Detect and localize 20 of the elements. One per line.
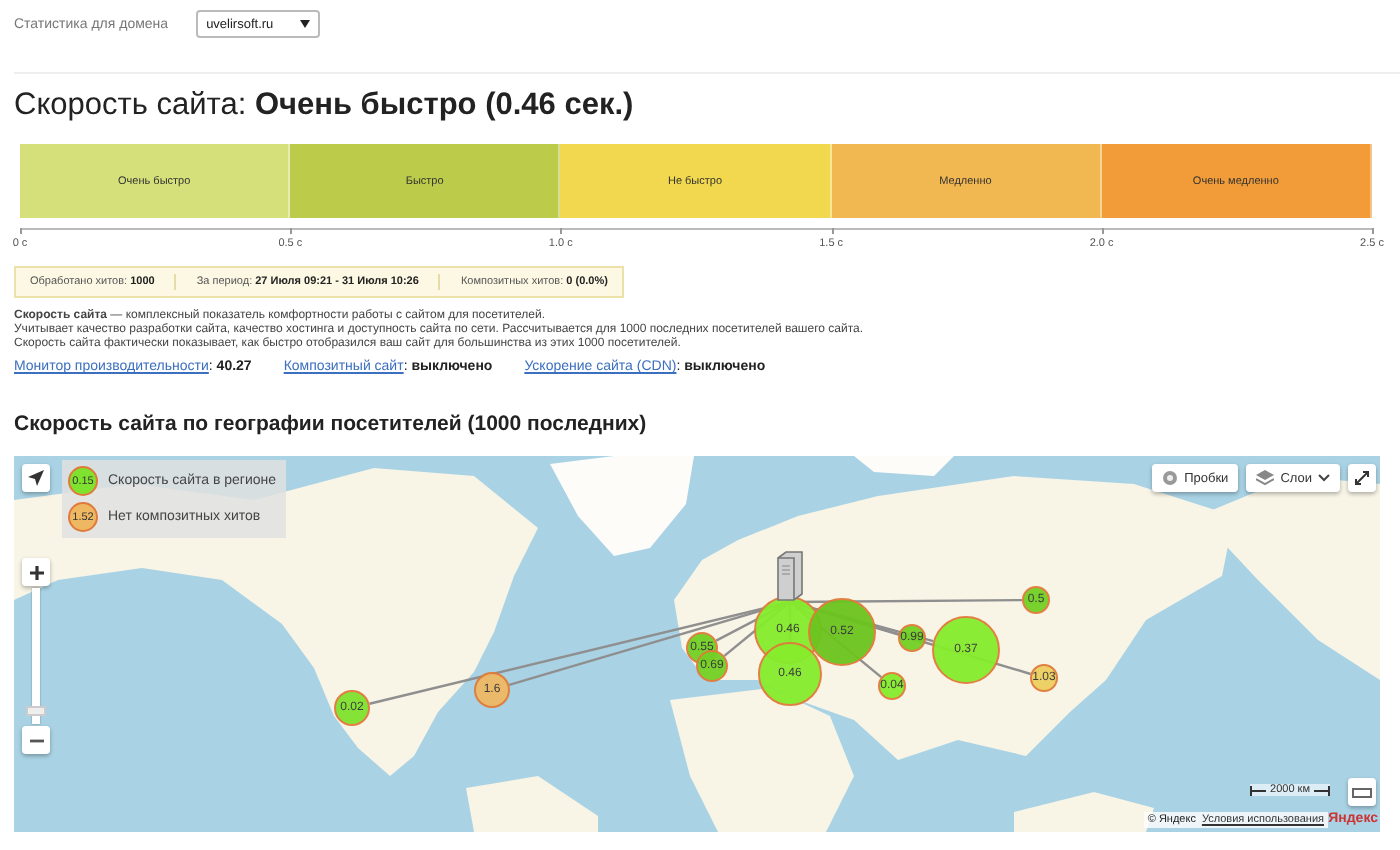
traffic-icon <box>1162 470 1179 486</box>
ruler-icon <box>1352 787 1372 797</box>
speed-title: Скорость сайта: Очень быстро (0.46 сек.) <box>14 88 636 124</box>
ruler-button[interactable] <box>1348 778 1376 806</box>
locate-button[interactable] <box>22 464 50 492</box>
expand-icon <box>1354 470 1370 486</box>
zoom-slider[interactable] <box>32 588 40 724</box>
zoom-in-button[interactable] <box>22 558 50 586</box>
server-icon <box>776 550 804 602</box>
layers-icon <box>1256 470 1275 486</box>
section-title: Скорость сайта по географии посетителей (1000 последних) <box>14 410 649 438</box>
chevron-icon <box>1318 474 1330 482</box>
caret-icon <box>300 20 311 28</box>
scale-bar-icon <box>1250 785 1267 795</box>
arrow-icon <box>28 470 44 486</box>
scale-bar-icon <box>1314 785 1330 795</box>
zoom-out-button[interactable] <box>22 726 50 754</box>
fullscreen-button[interactable] <box>1348 464 1376 492</box>
plus-icon <box>29 565 43 579</box>
zoom-handle[interactable] <box>26 706 46 717</box>
